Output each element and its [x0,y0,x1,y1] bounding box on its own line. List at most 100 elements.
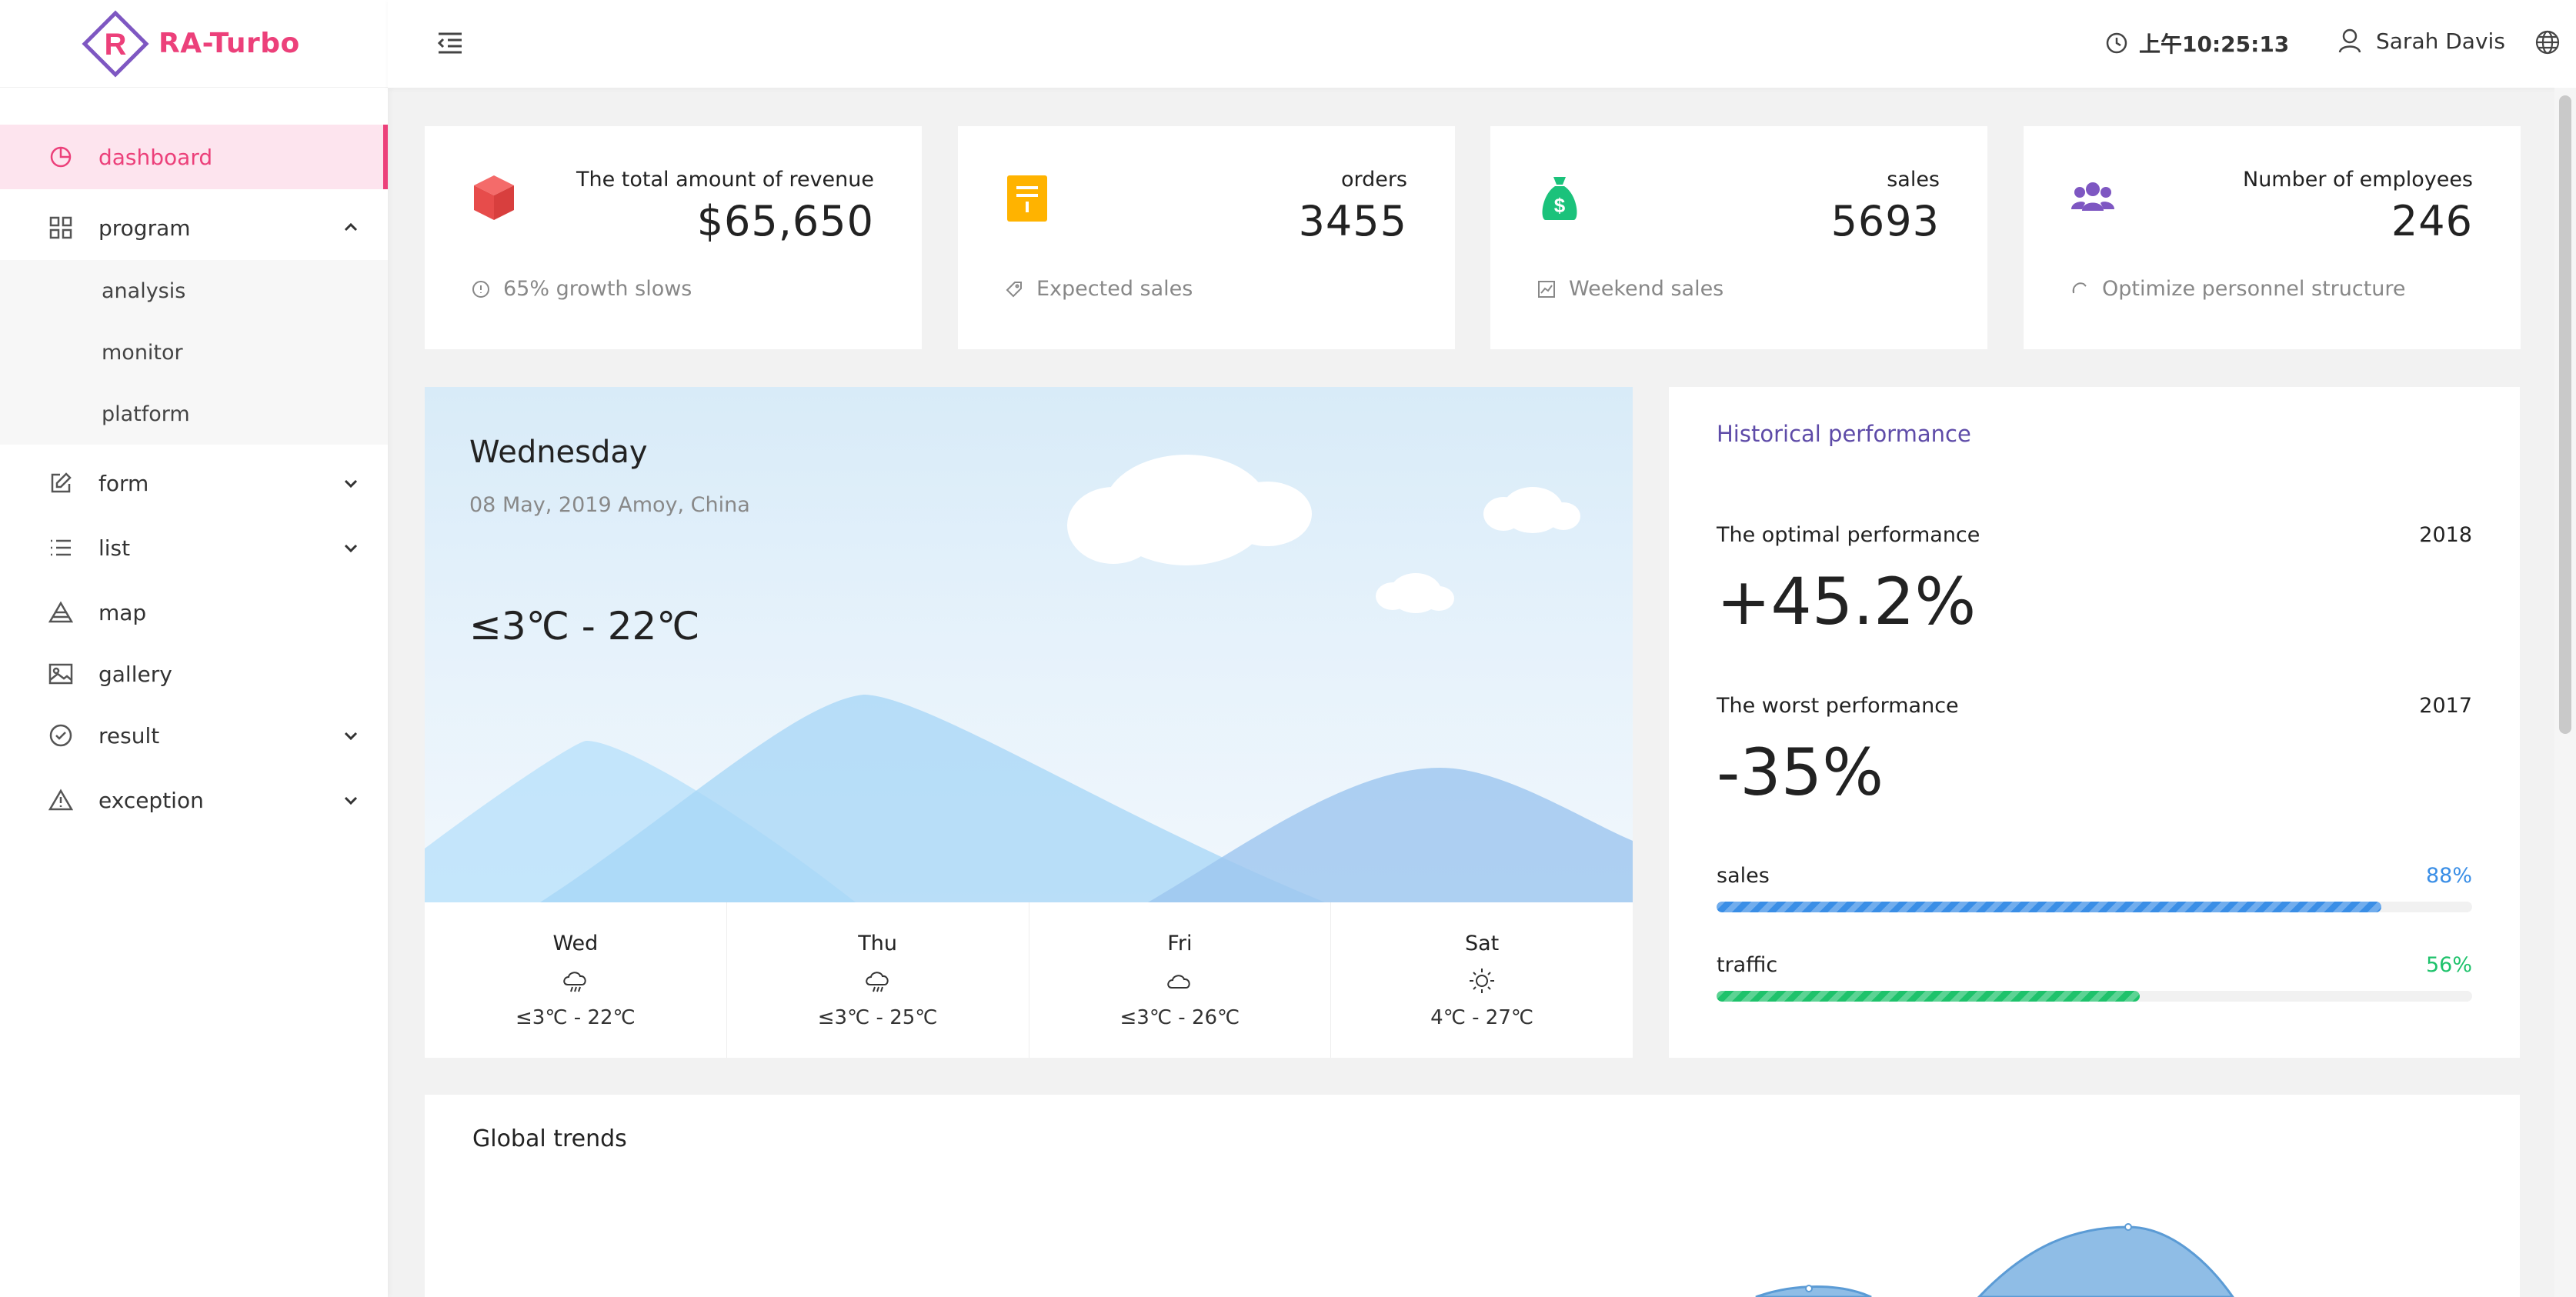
clock-icon [2106,32,2127,54]
topbar: 上午10:25:13 Sarah Davis [388,0,2576,88]
stat-footer-text: 65% growth slows [503,277,692,301]
sidebar-item-form[interactable]: form [0,451,388,515]
stat-card-employees: Number of employees 246 Optimize personn… [2024,126,2521,349]
sidebar-item-monitor[interactable]: monitor [0,322,388,383]
traffic-progress-fill [1717,991,2140,1002]
forecast-range: ≤3℃ - 25℃ [817,1006,938,1029]
cloud-icon [1167,975,1190,989]
weather-date: 08 May, 2019 Amoy, China [469,493,750,517]
scrollbar-thumb[interactable] [2559,95,2571,734]
user-name: Sarah Davis [2376,28,2505,54]
current-time: 上午10:25:13 [2139,32,2290,57]
weather-sky: Wednesday 08 May, 2019 Amoy, China ≤3℃ -… [425,387,1633,902]
user-icon [2338,28,2361,53]
weather-card: Wednesday 08 May, 2019 Amoy, China ≤3℃ -… [425,387,1633,1058]
sidebar-item-analysis[interactable]: analysis [0,260,388,322]
menu-collapse-icon[interactable] [435,29,465,58]
global-trends-card: Global trends [425,1095,2520,1297]
optimal-label: The optimal performance [1717,523,1980,547]
sidebar-item-map[interactable]: map [0,580,388,645]
sidebar-item-label: dashboard [98,144,213,170]
worst-label: The worst performance [1717,694,1959,718]
sidebar-item-label: exception [98,787,204,813]
stat-footer: Optimize personnel structure [2070,277,2406,301]
weather-forecast: Wed ≤3℃ - 22℃ Thu ≤3℃ - 25℃ Fri ≤3℃ - 26… [425,902,1633,1058]
stat-footer-text: Optimize personnel structure [2102,277,2406,301]
forecast-day: Thu ≤3℃ - 25℃ [727,902,1029,1058]
chevron-up-icon [344,222,358,232]
sidebar-item-exception[interactable]: exception [0,768,388,832]
forecast-day: Fri ≤3℃ - 26℃ [1029,902,1332,1058]
sales-progress-track [1717,902,2472,912]
sidebar-item-gallery[interactable]: gallery [0,645,388,703]
refresh-icon [2072,282,2087,293]
traffic-bar-label: traffic [1717,953,1778,977]
sidebar-item-dashboard[interactable]: dashboard [0,125,388,189]
svg-text:R: R [105,28,127,62]
sidebar-item-label: list [98,535,131,561]
stat-value: 246 [2391,197,2473,245]
brand[interactable]: R RA-Turbo [0,0,388,88]
stat-footer-text: Expected sales [1036,277,1193,301]
sidebar-item-list[interactable]: list [0,515,388,580]
list-icon [48,535,74,561]
check-circle-icon [48,722,74,749]
map-icon [48,599,74,625]
brand-name: RA-Turbo [158,28,300,59]
chevron-down-icon [344,732,358,741]
traffic-bar-percent: 56% [2425,953,2472,977]
warning-icon [48,787,74,813]
sidebar-item-result[interactable]: result [0,703,388,768]
forecast-day: Wed ≤3℃ - 22℃ [425,902,727,1058]
sidebar-item-platform[interactable]: platform [0,383,388,445]
user-menu[interactable]: Sarah Davis [2337,28,2505,54]
rain-cloud-icon [563,972,586,992]
chart-icon [1538,280,1555,298]
sales-progress-fill [1717,902,2382,912]
stat-card-sales: $ sales 5693 Weekend sales [1490,126,1987,349]
stat-title: orders [1340,168,1407,192]
sun-icon [1470,969,1495,993]
chevron-down-icon [344,544,358,553]
stat-title: sales [1887,168,1940,192]
forecast-day: Sat 4℃ - 27℃ [1331,902,1633,1058]
tag-icon [1006,281,1022,297]
trends-chart [1755,1223,2234,1297]
pie-chart-icon [48,144,74,170]
globe-icon[interactable] [2534,29,2561,55]
rain-cloud-icon [865,972,889,992]
global-trends-title: Global trends [472,1125,627,1152]
weather-range: ≤3℃ - 22℃ [469,604,700,648]
worst-value: -35% [1717,735,1884,810]
sales-bar-label: sales [1717,864,1770,888]
sidebar-item-label: gallery [98,661,172,687]
weather-day: Wednesday [469,435,648,470]
program-submenu: analysis monitor platform [0,260,388,445]
forecast-range: ≤3℃ - 22℃ [516,1006,636,1029]
stat-title: Number of employees [2243,168,2473,192]
sidebar: R RA-Turbo dashboard program analysis mo… [0,0,388,1297]
stat-card-revenue: The total amount of revenue $65,650 65% … [425,126,922,349]
performance-title: Historical performance [1717,421,1971,447]
svg-text:$: $ [1554,194,1566,217]
grid-icon [48,215,74,241]
forecast-day-label: Fri [1167,932,1193,955]
sidebar-item-label: map [98,599,147,625]
image-icon [48,661,74,687]
worst-year: 2017 [2419,694,2472,718]
users-icon [2071,182,2114,211]
sidebar-item-label: program [98,215,191,241]
logo-icon: R [82,9,149,78]
sidebar-item-label: form [98,470,149,496]
chevron-down-icon [344,796,358,805]
sidebar-item-label: result [98,722,160,749]
performance-card: Historical performance The optimal perfo… [1669,387,2520,1058]
clock: 上午10:25:13 [2105,28,2289,58]
forecast-range: ≤3℃ - 26℃ [1119,1006,1240,1029]
document-icon [1007,175,1047,222]
sidebar-item-program[interactable]: program [0,195,388,260]
stat-value: $65,650 [696,197,874,245]
chevron-down-icon [344,479,358,488]
stat-footer-text: Weekend sales [1569,277,1724,301]
forecast-day-label: Sat [1464,932,1500,955]
